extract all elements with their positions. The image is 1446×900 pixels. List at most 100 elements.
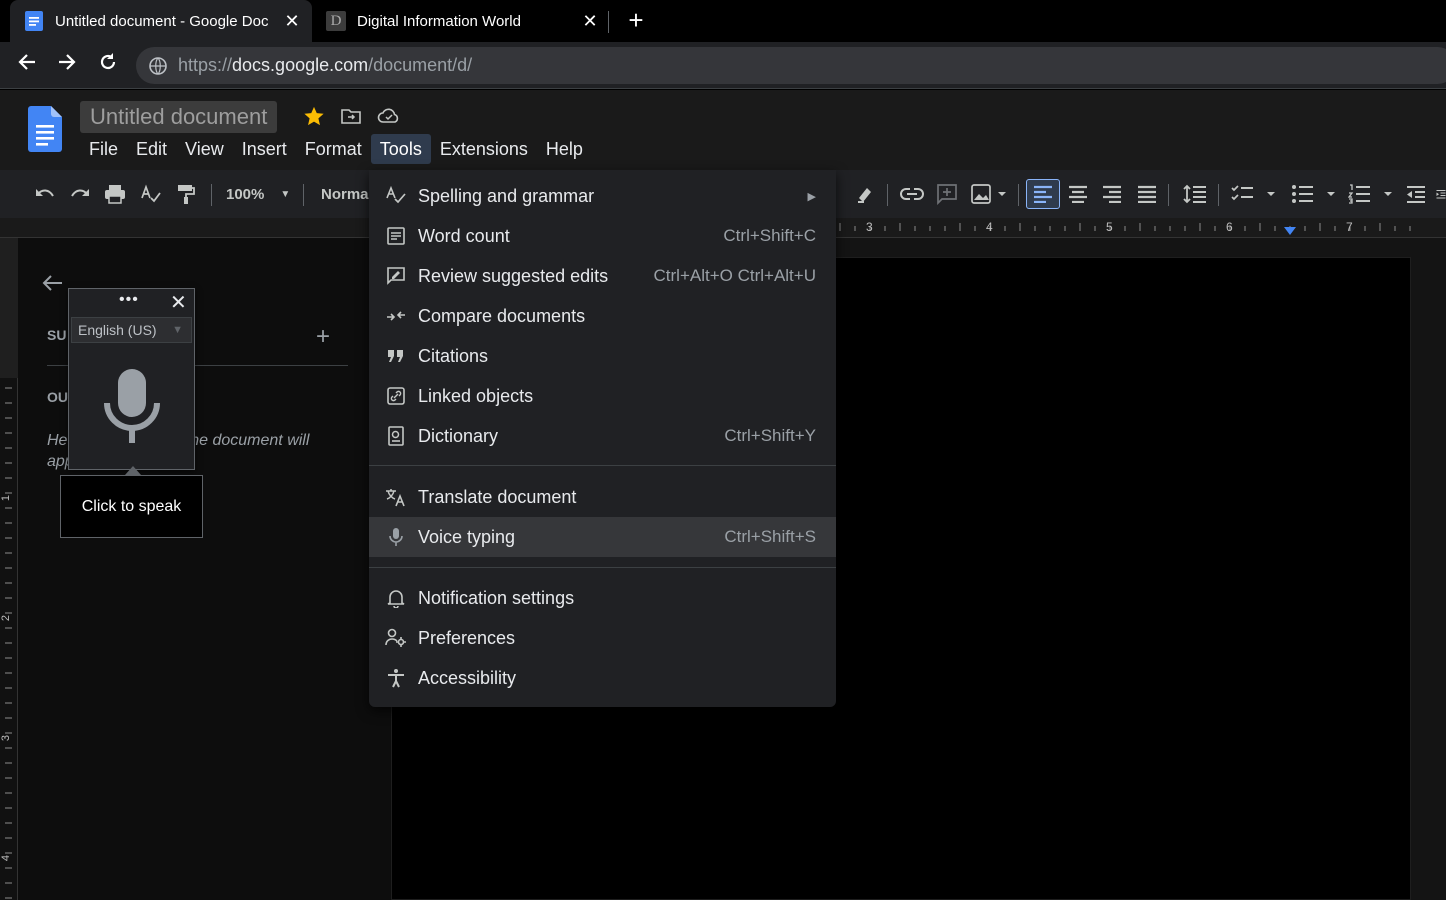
menu-edit[interactable]: Edit <box>127 134 176 164</box>
summary-heading: SU <box>47 327 67 343</box>
spellcheck-icon <box>385 185 407 207</box>
menu-item-word-count[interactable]: Word count Ctrl+Shift+C <box>369 216 836 256</box>
tab-digital-information-world[interactable]: D Digital Information World ✕ <box>312 0 610 42</box>
bell-icon <box>385 587 407 609</box>
menu-extensions[interactable]: Extensions <box>431 134 537 164</box>
move-folder-icon[interactable] <box>339 104 363 128</box>
tooltip-arrow <box>125 466 141 475</box>
menu-item-review-suggested-edits[interactable]: Review suggested edits Ctrl+Alt+O Ctrl+A… <box>369 256 836 296</box>
google-docs-favicon-icon <box>24 11 44 31</box>
menu-item-shortcut: Ctrl+Alt+O Ctrl+Alt+U <box>653 266 817 285</box>
vertical-ruler[interactable]: 1 2 3 4 <box>0 238 18 900</box>
voice-close-icon[interactable]: ✕ <box>170 290 187 315</box>
menu-item-label: Accessibility <box>418 667 517 688</box>
menu-item-translate-document[interactable]: Translate document <box>369 477 836 517</box>
menu-item-citations[interactable]: Citations <box>369 336 836 376</box>
menu-item-label: Translate document <box>418 486 577 507</box>
chevron-down-icon: ▼ <box>172 324 183 336</box>
checklist-icon[interactable] <box>1230 182 1278 206</box>
menu-tools[interactable]: Tools <box>370 134 431 164</box>
menu-item-dictionary[interactable]: Dictionary Ctrl+Shift+Y <box>369 416 836 456</box>
zoom-select[interactable]: 100% ▼ <box>226 182 296 206</box>
horizontal-ruler[interactable]: 3 4 5 6 7 <box>836 219 1411 236</box>
style-select[interactable]: Normal <box>321 182 369 206</box>
outline-hint-part: He <box>47 432 68 449</box>
outline-back-arrow-icon[interactable] <box>40 272 66 298</box>
tab-google-docs[interactable]: Untitled document - Google Doc ✕ <box>10 0 312 42</box>
document-title-input[interactable]: Untitled document <box>80 101 278 133</box>
back-arrow-icon[interactable] <box>14 52 40 78</box>
voice-typing-widget[interactable]: ••• ✕ English (US) ▼ <box>68 288 195 470</box>
outline-heading: OU <box>47 389 68 405</box>
menu-item-notification-settings[interactable]: Notification settings <box>369 578 836 618</box>
add-comment-icon[interactable] <box>935 182 959 206</box>
align-right-icon[interactable] <box>1100 182 1124 206</box>
site-info-icon[interactable] <box>148 56 168 76</box>
voice-language-select[interactable]: English (US) ▼ <box>71 317 192 343</box>
reload-icon[interactable] <box>95 52 121 78</box>
menu-item-label: Notification settings <box>418 587 575 608</box>
decrease-indent-icon[interactable] <box>1404 182 1428 206</box>
align-center-icon[interactable] <box>1066 182 1090 206</box>
toolbar-divider <box>211 184 212 206</box>
increase-indent-icon[interactable] <box>1436 182 1446 206</box>
tab-close-icon[interactable]: ✕ <box>280 11 304 32</box>
menu-insert[interactable]: Insert <box>233 134 296 164</box>
vertical-ruler-mark: 3 <box>0 734 13 742</box>
star-icon[interactable] <box>302 104 326 128</box>
docs-logo-icon[interactable] <box>28 106 62 152</box>
toolbar-divider <box>303 184 304 206</box>
spellcheck-toolbar-icon[interactable] <box>139 182 163 206</box>
voice-microphone-button[interactable] <box>103 365 161 445</box>
microphone-icon <box>385 526 407 548</box>
tab-divider <box>608 11 609 33</box>
toolbar-divider <box>887 184 888 206</box>
highlight-color-icon[interactable] <box>853 182 877 206</box>
menu-item-label: Spelling and grammar <box>418 185 595 206</box>
menu-separator <box>369 567 836 568</box>
address-bar[interactable]: https://docs.google.com/document/d/ <box>136 47 1446 84</box>
menu-help[interactable]: Help <box>537 134 592 164</box>
align-left-button[interactable] <box>1026 179 1060 209</box>
ruler-mark: 5 <box>1106 220 1113 234</box>
bulleted-list-icon[interactable] <box>1290 182 1338 206</box>
cloud-status-icon[interactable] <box>377 104 401 128</box>
redo-icon[interactable] <box>68 182 92 206</box>
new-tab-button[interactable]: + <box>622 6 650 34</box>
menu-item-voice-typing[interactable]: Voice typing Ctrl+Shift+S <box>369 517 836 557</box>
browser-tab-strip: Untitled document - Google Doc ✕ D Digit… <box>0 0 1446 42</box>
translate-icon <box>385 486 407 508</box>
tab-close-icon[interactable]: ✕ <box>578 11 602 32</box>
menu-view[interactable]: View <box>176 134 233 164</box>
insert-link-icon[interactable] <box>899 182 925 206</box>
menu-item-label: Citations <box>418 345 489 366</box>
numbered-list-icon[interactable] <box>1347 182 1395 206</box>
menu-item-shortcut: Ctrl+Shift+Y <box>724 426 816 445</box>
menu-item-spelling-and-grammar[interactable]: Spelling and grammar ▶ <box>369 176 836 216</box>
print-icon[interactable] <box>103 182 127 206</box>
ruler-mark: 7 <box>1346 220 1353 234</box>
menu-item-preferences[interactable]: Preferences <box>369 618 836 658</box>
menu-item-label: Dictionary <box>418 425 499 446</box>
right-indent-marker-icon[interactable] <box>1284 227 1296 235</box>
paint-format-icon[interactable] <box>174 182 198 206</box>
menu-item-label: Preferences <box>418 627 516 648</box>
justify-icon[interactable] <box>1135 182 1159 206</box>
tab-title: Digital Information World <box>357 12 521 30</box>
forward-arrow-icon[interactable] <box>54 52 80 78</box>
voice-widget-drag-handle[interactable]: ••• ✕ <box>69 289 194 315</box>
line-spacing-icon[interactable] <box>1182 182 1208 206</box>
menu-file[interactable]: File <box>80 134 127 164</box>
menu-item-shortcut: Ctrl+Shift+C <box>723 226 816 245</box>
undo-icon[interactable] <box>33 182 57 206</box>
toolbar-divider <box>1018 184 1019 206</box>
more-options-icon[interactable]: ••• <box>119 291 139 309</box>
add-summary-plus-icon[interactable]: + <box>316 323 330 351</box>
menu-item-compare-documents[interactable]: Compare documents <box>369 296 836 336</box>
menu-format[interactable]: Format <box>296 134 371 164</box>
insert-image-icon[interactable] <box>970 182 1012 206</box>
menu-item-linked-objects[interactable]: Linked objects <box>369 376 836 416</box>
menu-item-label: Compare documents <box>418 305 586 326</box>
menu-item-accessibility[interactable]: Accessibility <box>369 658 836 698</box>
ruler-mark: 3 <box>866 220 873 234</box>
